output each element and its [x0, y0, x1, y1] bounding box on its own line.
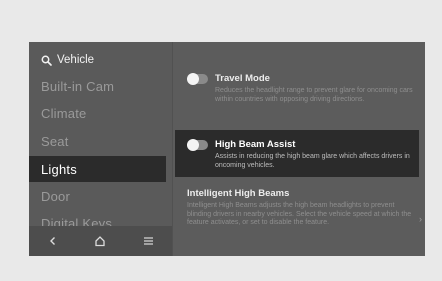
sidebar-item-label: Climate [41, 105, 87, 121]
sidebar-item-lights[interactable]: Lights [29, 156, 166, 182]
setting-title: Intelligent High Beams [187, 188, 290, 199]
travel-mode-toggle[interactable] [187, 72, 208, 85]
menu-icon[interactable] [133, 226, 163, 256]
sidebar-title: Vehicle [57, 54, 95, 66]
setting-description: Assists in reducing the high beam glare … [215, 153, 410, 169]
home-icon[interactable] [85, 226, 115, 256]
setting-title: High Beam Assist [215, 139, 296, 150]
setting-title: Travel Mode [215, 73, 270, 84]
sidebar-item-climate[interactable]: Climate [29, 100, 166, 126]
sidebar-item-label: Door [41, 188, 70, 204]
lights-settings-panel: Travel Mode Reduces the headlight range … [173, 42, 425, 256]
chevron-right-icon[interactable]: › [419, 214, 422, 224]
high-beam-assist-toggle[interactable] [187, 138, 208, 151]
back-icon[interactable] [38, 226, 68, 256]
setting-high-beam-assist[interactable]: High Beam Assist Assists in reducing the… [175, 130, 419, 177]
vehicle-settings-screen: Vehicle Built-in Cam Climate Seat Lights… [29, 42, 425, 256]
setting-description: Reduces the headlight range to prevent g… [215, 87, 413, 103]
sidebar-item-label: Lights [41, 161, 77, 177]
sidebar-item-door[interactable]: Door [29, 183, 166, 209]
sidebar-item-label: Built-in Cam [41, 78, 115, 94]
sidebar-header[interactable]: Vehicle [41, 52, 94, 68]
setting-description: Intelligent High Beams adjusts the high … [187, 202, 412, 226]
sidebar-item-seat[interactable]: Seat [29, 128, 166, 154]
search-icon[interactable] [41, 55, 52, 66]
setting-travel-mode[interactable]: Travel Mode Reduces the headlight range … [187, 72, 417, 104]
bottom-nav [29, 226, 172, 256]
sidebar-item-built-in-cam[interactable]: Built-in Cam [29, 73, 166, 99]
sidebar: Vehicle Built-in Cam Climate Seat Lights… [29, 42, 172, 256]
sidebar-item-label: Seat [41, 133, 69, 149]
setting-intelligent-high-beams[interactable]: Intelligent High Beams Intelligent High … [187, 188, 417, 228]
